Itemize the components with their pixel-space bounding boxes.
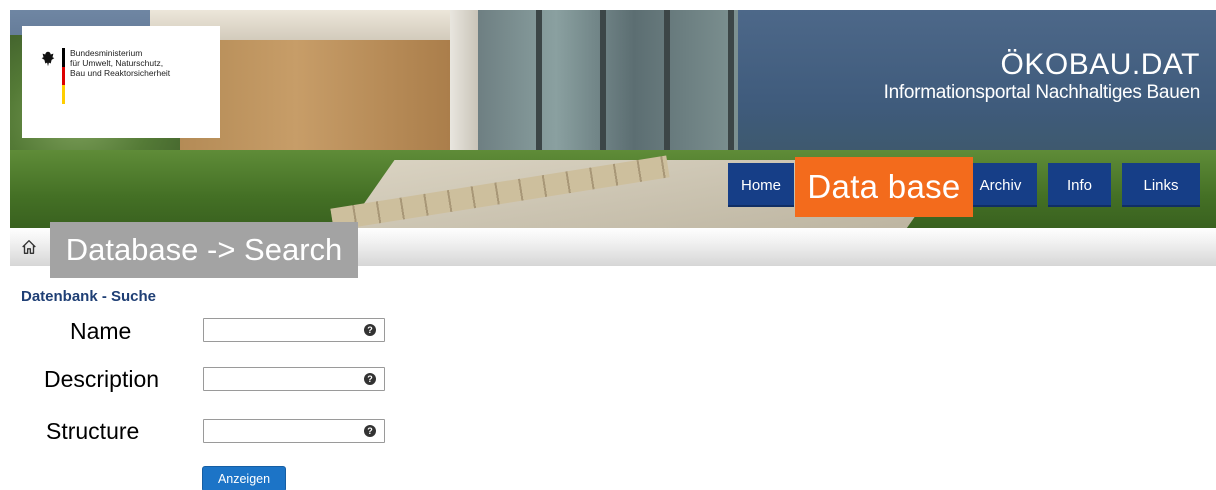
nav-archiv[interactable]: Archiv <box>964 163 1037 207</box>
question-icon[interactable]: ? <box>364 373 376 385</box>
nav-info[interactable]: Info <box>1048 163 1111 207</box>
banner-house <box>180 40 470 155</box>
ministry-name: Bundesministerium für Umwelt, Naturschut… <box>70 48 171 78</box>
description-label: Description <box>44 366 160 392</box>
structure-label: Structure <box>46 418 140 444</box>
name-input[interactable] <box>203 318 385 342</box>
name-label: Name <box>70 318 132 344</box>
question-icon[interactable]: ? <box>364 324 376 336</box>
nav-home[interactable]: Home <box>728 163 794 207</box>
description-input[interactable] <box>203 367 385 391</box>
site-title: ÖKOBAU.DAT <box>1000 48 1200 81</box>
german-flag-bar <box>62 48 65 104</box>
nav-database[interactable]: Data base <box>795 157 973 217</box>
nav-links[interactable]: Links <box>1122 163 1200 207</box>
submit-button[interactable]: Anzeigen <box>202 466 286 490</box>
home-icon[interactable] <box>20 238 38 256</box>
ministry-logo[interactable]: Bundesministerium für Umwelt, Naturschut… <box>22 26 220 138</box>
federal-eagle-icon <box>41 51 55 67</box>
structure-input[interactable] <box>203 419 385 443</box>
breadcrumb: Database -> Search <box>50 222 358 278</box>
banner-pillar <box>450 10 478 170</box>
page-title: Datenbank - Suche <box>21 288 157 305</box>
question-icon[interactable]: ? <box>364 425 376 437</box>
site-subtitle: Informationsportal Nachhaltiges Bauen <box>883 82 1201 103</box>
site-title-block: ÖKOBAU.DAT Informationsportal Nachhaltig… <box>883 48 1201 104</box>
